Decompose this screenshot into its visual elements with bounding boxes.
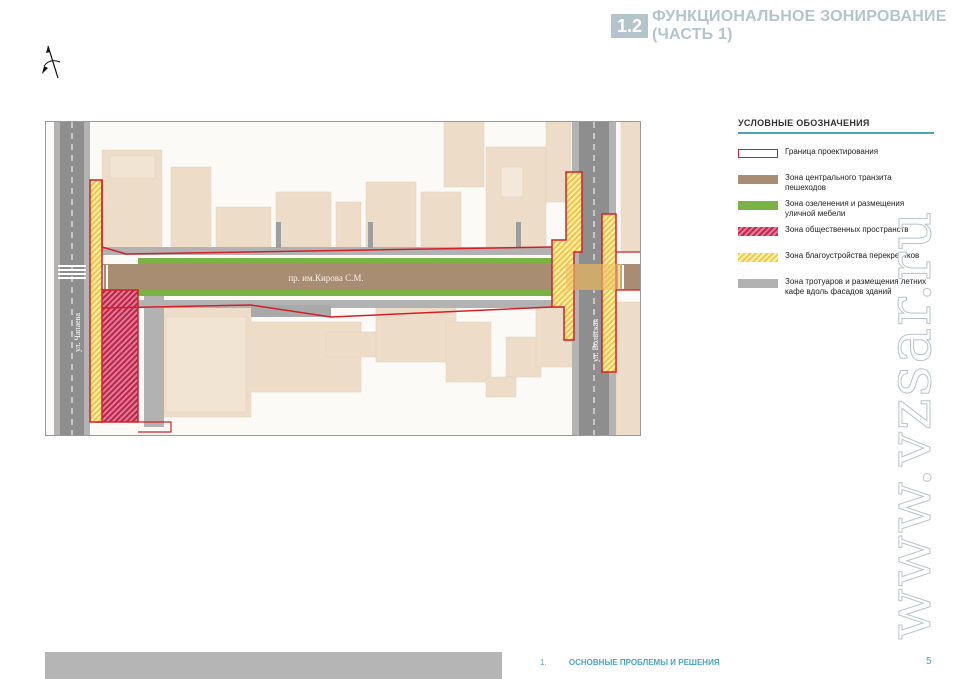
brown-swatch (738, 175, 778, 184)
legend-label: Граница проектирования (785, 147, 879, 156)
red-hatch-swatch (738, 227, 778, 236)
boundary-swatch (738, 149, 778, 158)
gray-swatch (738, 279, 778, 288)
footer-section: 1. ОСНОВНЫЕ ПРОБЛЕМЫ И РЕШЕНИЯ (540, 658, 720, 667)
street-label-right: ул. Вольская (591, 319, 600, 362)
green-strip-top (138, 258, 574, 264)
watermark: www.vzsar.ru (875, 209, 946, 641)
footer-section-number: 1. (540, 658, 547, 667)
north-arrow-icon (42, 45, 61, 79)
page-header: 1.2 ФУНКЦИОНАЛЬНОЕ ЗОНИРОВАНИЕ (ЧАСТЬ 1) (611, 8, 960, 44)
page-number: 5 (926, 656, 932, 667)
legend-item-project-boundary: Граница проектирования (738, 147, 934, 167)
footer-bar (45, 652, 502, 679)
section-number-badge: 1.2 (611, 14, 649, 38)
street-label-main: пр. им.Кирова С.М. (288, 273, 363, 283)
page-title: ФУНКЦИОНАЛЬНОЕ ЗОНИРОВАНИЕ (ЧАСТЬ 1) (652, 8, 947, 43)
footer-section-title: ОСНОВНЫЕ ПРОБЛЕМЫ И РЕШЕНИЯ (568, 658, 720, 667)
green-swatch (738, 201, 778, 210)
zoning-map: пр. им.Кирова С.М. ул. Чапаева ул. Вольс… (45, 121, 641, 436)
intersection-zone-left (89, 179, 103, 423)
street-left (54, 122, 90, 435)
intersection-zone-far-right (601, 213, 617, 373)
green-strip-bottom (138, 290, 574, 296)
yellow-hatch-swatch (738, 253, 778, 262)
legend-title: УСЛОВНЫЕ ОБОЗНАЧЕНИЯ (738, 118, 934, 134)
street-label-left: ул. Чапаева (73, 313, 82, 352)
